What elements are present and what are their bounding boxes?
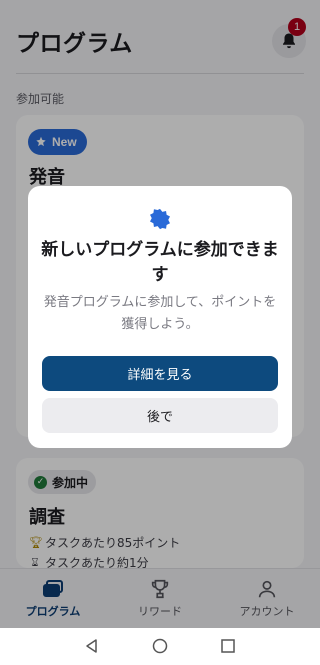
- new-program-dialog: 新しいプログラムに参加できます 発音プログラムに参加して、ポイントを獲得しよう。…: [28, 186, 292, 448]
- home-icon[interactable]: [152, 638, 168, 654]
- recents-icon[interactable]: [220, 638, 236, 654]
- view-details-button[interactable]: 詳細を見る: [42, 356, 278, 391]
- dialog-body: 発音プログラムに参加して、ポイントを獲得しよう。: [43, 295, 277, 332]
- dialog-title: 新しいプログラムに参加できます: [41, 240, 279, 285]
- badge-star-icon: [150, 208, 170, 230]
- system-navigation-bar: [0, 628, 320, 665]
- later-button[interactable]: 後で: [42, 398, 278, 433]
- back-icon[interactable]: [84, 638, 100, 654]
